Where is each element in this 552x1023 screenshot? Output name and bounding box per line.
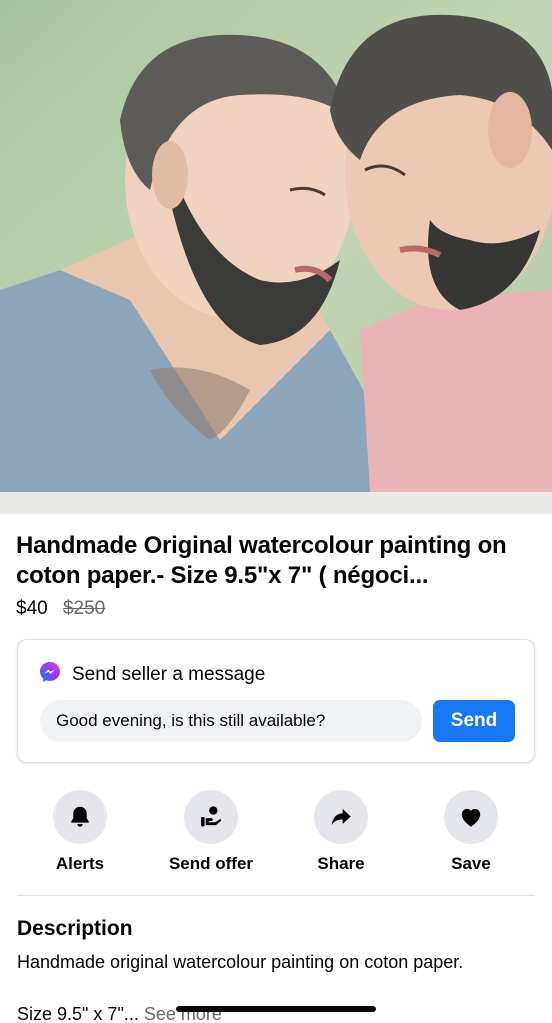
share-icon[interactable] xyxy=(314,790,368,844)
share-label: Share xyxy=(317,854,365,873)
message-heading: Send seller a message xyxy=(72,663,266,685)
send-offer-button[interactable]: Send offer xyxy=(146,790,276,874)
send-offer-label: Send offer xyxy=(168,854,254,873)
watercolour-painting-image xyxy=(0,0,552,514)
listing-price: $40 xyxy=(16,598,48,619)
message-input[interactable]: Good evening, is this still available? xyxy=(40,700,422,742)
listing-photo[interactable] xyxy=(0,0,552,514)
save-label: Save xyxy=(451,854,491,873)
price-row: $40 $250 xyxy=(16,597,105,621)
section-divider xyxy=(17,895,535,896)
share-button[interactable]: Share xyxy=(276,790,406,874)
listing-title: Handmade Original watercolour painting o… xyxy=(16,532,507,589)
description-heading: Description xyxy=(17,917,133,940)
bell-icon[interactable] xyxy=(53,790,107,844)
original-price: $250 xyxy=(62,598,106,619)
heart-icon[interactable] xyxy=(444,790,498,844)
description-size-text: Size 9.5" x 7"... xyxy=(17,1004,139,1023)
offer-icon[interactable] xyxy=(184,790,238,844)
send-message-card: Send seller a message Good evening, is t… xyxy=(17,639,535,763)
message-header: Send seller a message xyxy=(38,660,265,689)
save-button[interactable]: Save xyxy=(406,790,536,874)
alerts-button[interactable]: Alerts xyxy=(15,790,145,874)
send-button[interactable]: Send xyxy=(433,700,515,742)
messenger-icon xyxy=(38,660,62,689)
home-indicator[interactable] xyxy=(176,1006,376,1012)
description-text: Handmade original watercolour painting o… xyxy=(17,952,464,972)
alerts-label: Alerts xyxy=(55,854,105,873)
action-bar: Alerts Send offer Share Save xyxy=(0,790,552,880)
